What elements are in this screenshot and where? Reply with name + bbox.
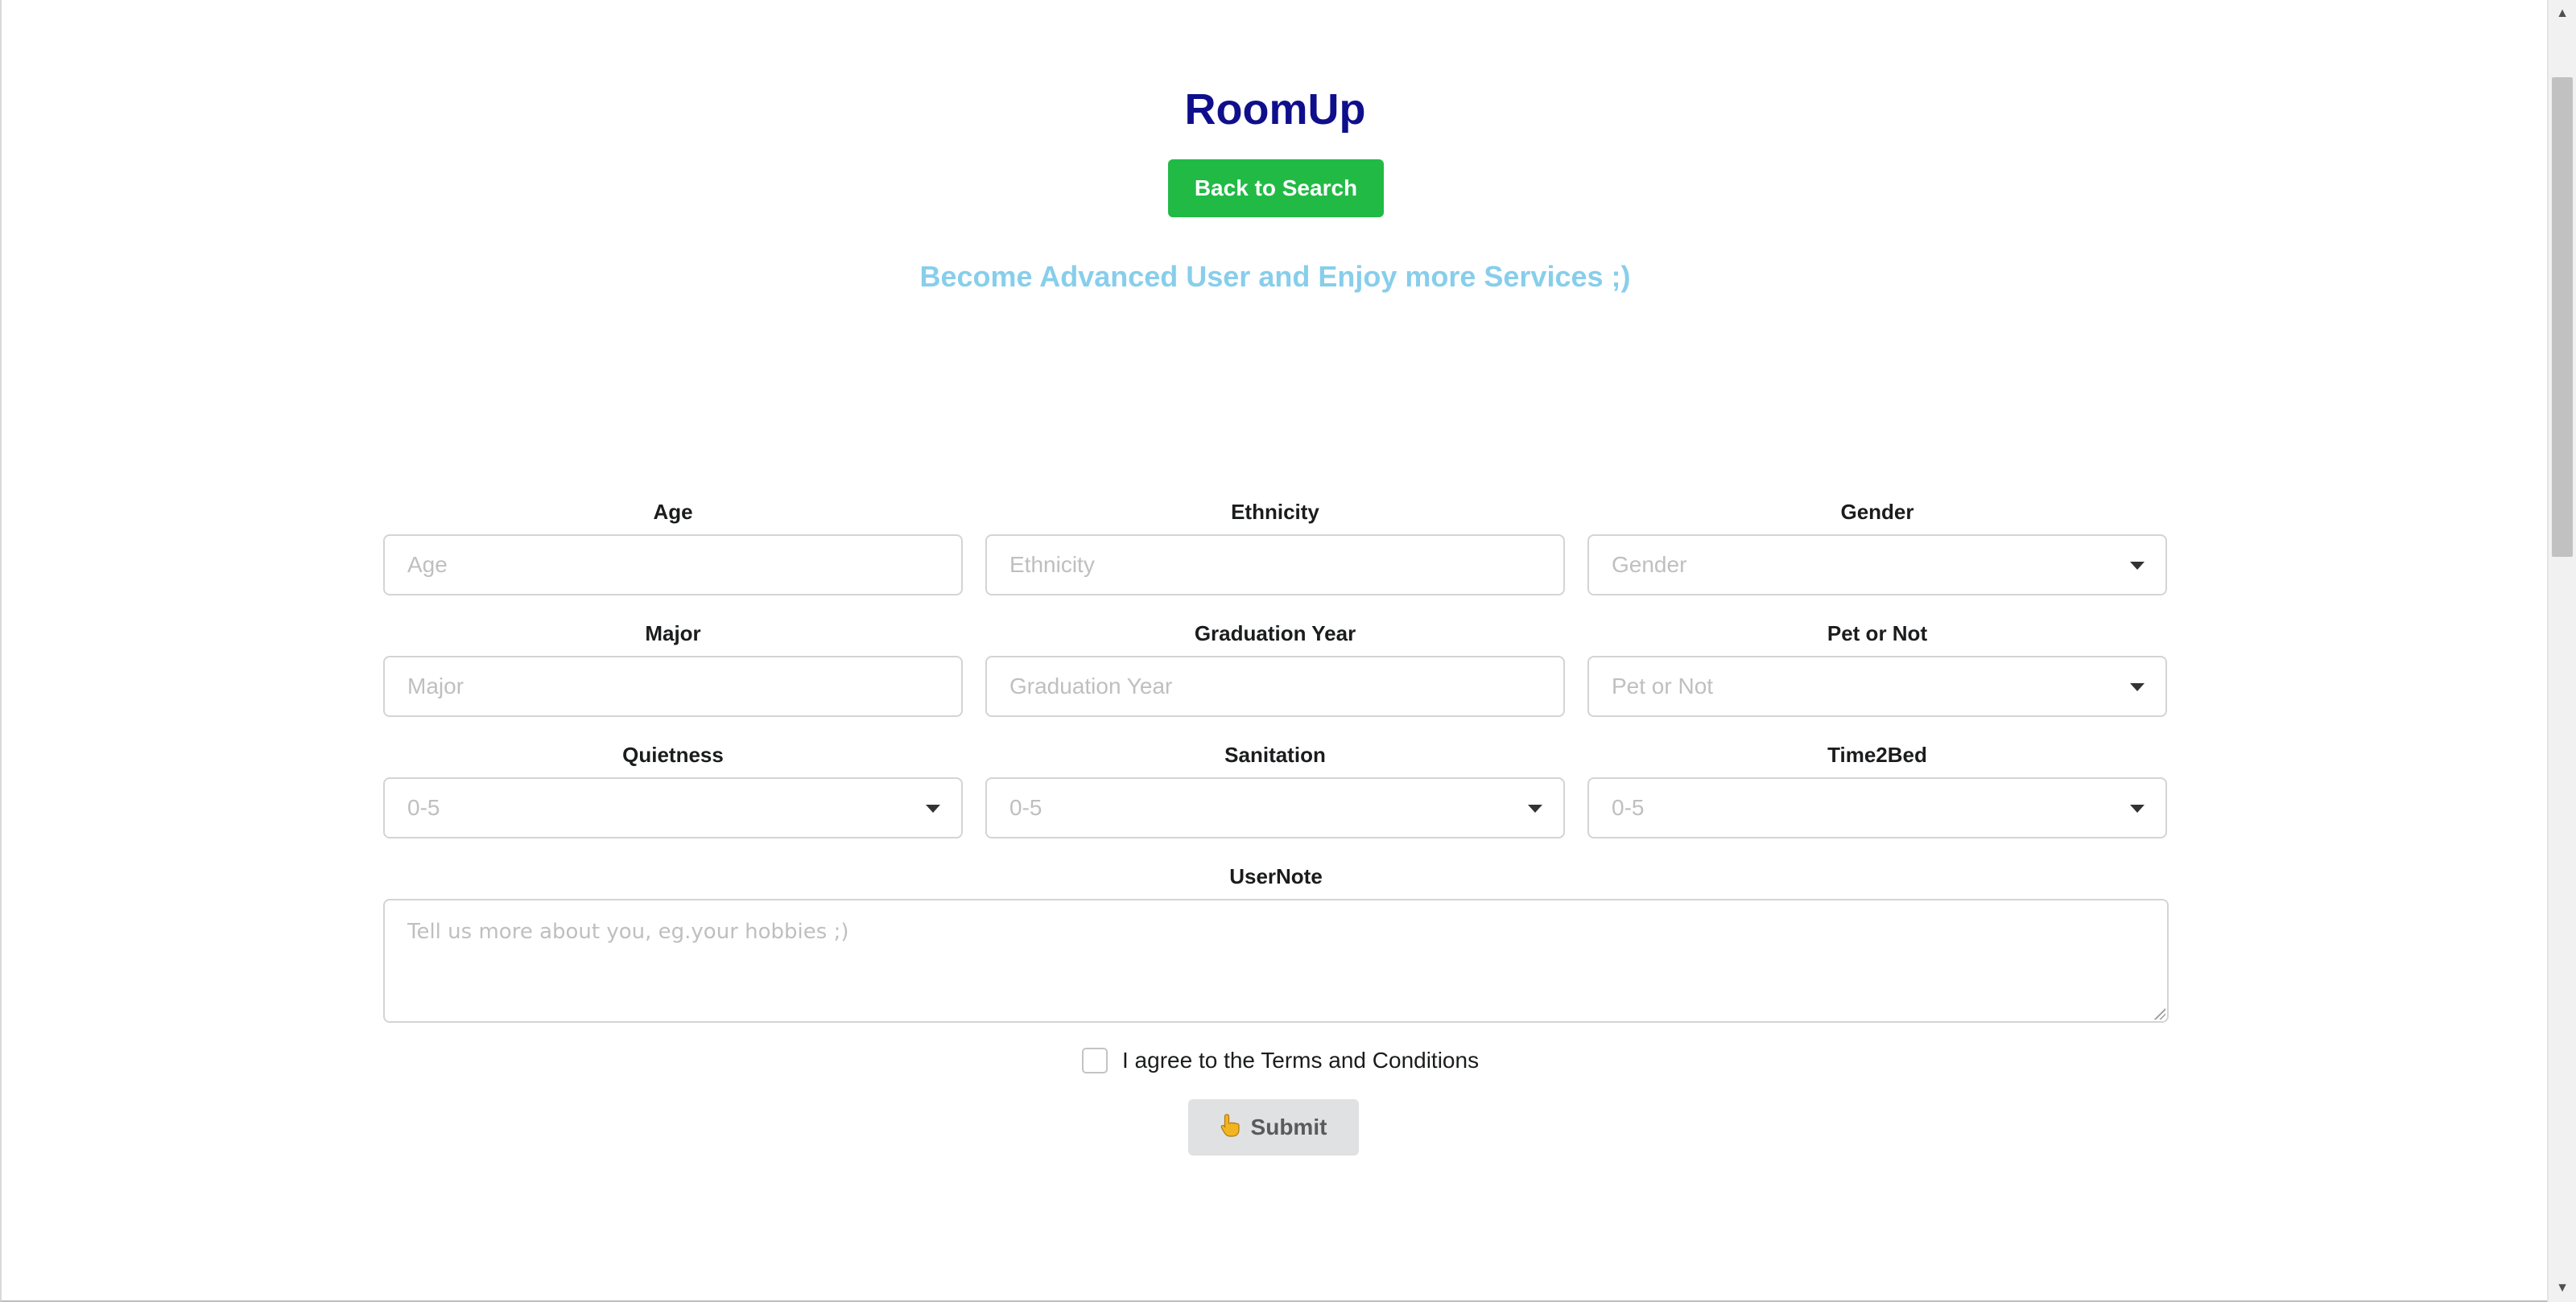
pet-field-group: Pet or Not Pet or Not [1587,617,2167,717]
user-note-textarea[interactable] [383,899,2169,1023]
dropdown-caret-icon [1528,805,1542,813]
ethnicity-input[interactable] [985,534,1565,595]
scrollbar-thumb[interactable] [2552,77,2573,557]
age-input[interactable] [383,534,963,595]
age-field-group: Age [383,496,963,595]
resize-handle-icon[interactable] [2154,1008,2165,1020]
user-note-label: UserNote [1229,864,1323,888]
terms-row: I agree to the Terms and Conditions [1082,1044,1479,1077]
sanitation-label: Sanitation [1224,743,1326,767]
time2bed-field-group: Time2Bed 0-5 [1587,739,2167,838]
gender-field-group: Gender Gender [1587,496,2167,595]
graduation-year-input[interactable] [985,656,1565,717]
submit-button[interactable]: Submit [1188,1099,1359,1156]
graduation-year-label: Graduation Year [1194,621,1356,645]
vertical-scrollbar[interactable]: ▲ ▼ [2547,0,2576,1302]
sanitation-dropdown-placeholder: 0-5 [1009,795,1042,820]
quietness-label: Quietness [622,743,724,767]
gender-dropdown-placeholder: Gender [1612,552,1687,577]
back-to-search-button[interactable]: Back to Search [1168,159,1384,217]
scroll-up-arrow-icon[interactable]: ▲ [2549,0,2576,27]
major-input[interactable] [383,656,963,717]
quietness-dropdown[interactable]: 0-5 [383,777,963,838]
page: RoomUp Back to Search Become Advanced Us… [0,0,2576,1302]
time2bed-label: Time2Bed [1827,743,1927,767]
gender-label: Gender [1840,500,1914,524]
page-subtitle: Become Advanced User and Enjoy more Serv… [919,260,1631,293]
pet-dropdown-placeholder: Pet or Not [1612,674,1714,698]
dropdown-caret-icon [2130,683,2145,691]
gender-dropdown[interactable]: Gender [1587,534,2167,595]
dropdown-caret-icon [2130,562,2145,570]
terms-label[interactable]: I agree to the Terms and Conditions [1122,1048,1479,1073]
ethnicity-label: Ethnicity [1231,500,1319,524]
app-title: RoomUp [1184,85,1366,134]
sanitation-field-group: Sanitation 0-5 [985,739,1565,838]
major-label: Major [645,621,701,645]
quietness-field-group: Quietness 0-5 [383,739,963,838]
user-note-wrapper [383,899,2169,1023]
dropdown-caret-icon [926,805,940,813]
quietness-dropdown-placeholder: 0-5 [407,795,440,820]
sanitation-dropdown[interactable]: 0-5 [985,777,1565,838]
hand-pointer-icon [1220,1113,1241,1143]
major-field-group: Major [383,617,963,717]
time2bed-dropdown[interactable]: 0-5 [1587,777,2167,838]
ethnicity-field-group: Ethnicity [985,496,1565,595]
age-label: Age [653,500,693,524]
pet-label: Pet or Not [1827,621,1928,645]
scroll-down-arrow-icon[interactable]: ▼ [2549,1275,2576,1302]
graduation-year-field-group: Graduation Year [985,617,1565,717]
time2bed-dropdown-placeholder: 0-5 [1612,795,1645,820]
user-note-field-group: UserNote [383,860,2169,1023]
dropdown-caret-icon [2130,805,2145,813]
pet-dropdown[interactable]: Pet or Not [1587,656,2167,717]
terms-checkbox[interactable] [1082,1048,1108,1073]
submit-label: Submit [1250,1115,1327,1139]
